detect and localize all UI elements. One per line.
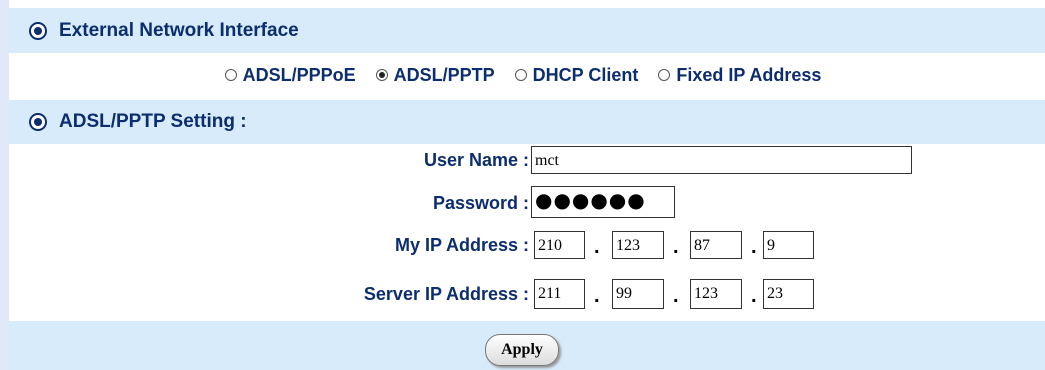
mode-dhcp-client[interactable]: DHCP Client: [514, 64, 653, 86]
mode-label: ADSL/PPPoE: [242, 64, 356, 85]
ip-separator: .: [751, 285, 757, 307]
ip-separator: .: [673, 285, 679, 307]
radio-dhcp-client[interactable]: [514, 69, 527, 81]
password-input[interactable]: ●●●●●●: [531, 186, 675, 218]
ip-separator: .: [673, 236, 679, 258]
external-network-header: External Network Interface: [9, 8, 1045, 53]
my-ip-octet-1[interactable]: 210: [534, 231, 585, 259]
radio-adsl-pptp[interactable]: [375, 69, 388, 81]
my-ip-octet-3[interactable]: 87: [690, 231, 742, 259]
mode-label: DHCP Client: [532, 64, 639, 85]
ip-separator: .: [751, 236, 757, 258]
my-ip-octet-2[interactable]: 123: [612, 231, 664, 259]
radio-fixed-ip[interactable]: [658, 69, 671, 81]
server-ip-octet-1[interactable]: 211: [534, 279, 585, 309]
server-ip-label: Server IP Address :: [363, 284, 529, 304]
pptp-setting-title: ADSL/PPTP Setting :: [59, 111, 247, 132]
user-name-input[interactable]: mct: [531, 146, 912, 174]
password-label: Password :: [432, 193, 529, 213]
my-ip-label: My IP Address :: [394, 235, 529, 255]
pptp-setting-header: ADSL/PPTP Setting :: [9, 100, 1045, 144]
server-ip-octet-4[interactable]: 23: [763, 279, 814, 309]
user-name-label: User Name :: [423, 150, 529, 170]
section-bullet-icon: [29, 21, 47, 40]
connection-mode-row: ADSL/PPPoE ADSL/PPTP DHCP Client Fixed I…: [9, 55, 1045, 95]
external-network-title: External Network Interface: [59, 19, 299, 41]
mode-label: Fixed IP Address: [676, 64, 822, 85]
mode-label: ADSL/PPTP: [393, 64, 495, 85]
mode-fixed-ip[interactable]: Fixed IP Address: [658, 65, 835, 86]
apply-button[interactable]: Apply: [485, 334, 559, 366]
mode-adsl-pptp[interactable]: ADSL/PPTP: [375, 64, 509, 86]
server-ip-octet-2[interactable]: 99: [612, 279, 664, 309]
ip-separator: .: [594, 236, 600, 258]
mode-adsl-pppoe[interactable]: ADSL/PPPoE: [224, 64, 370, 86]
section-bullet-icon: [29, 113, 47, 131]
my-ip-octet-4[interactable]: 9: [763, 231, 814, 259]
radio-adsl-pppoe[interactable]: [224, 69, 237, 81]
ip-separator: .: [594, 285, 600, 307]
server-ip-octet-3[interactable]: 123: [690, 279, 742, 309]
